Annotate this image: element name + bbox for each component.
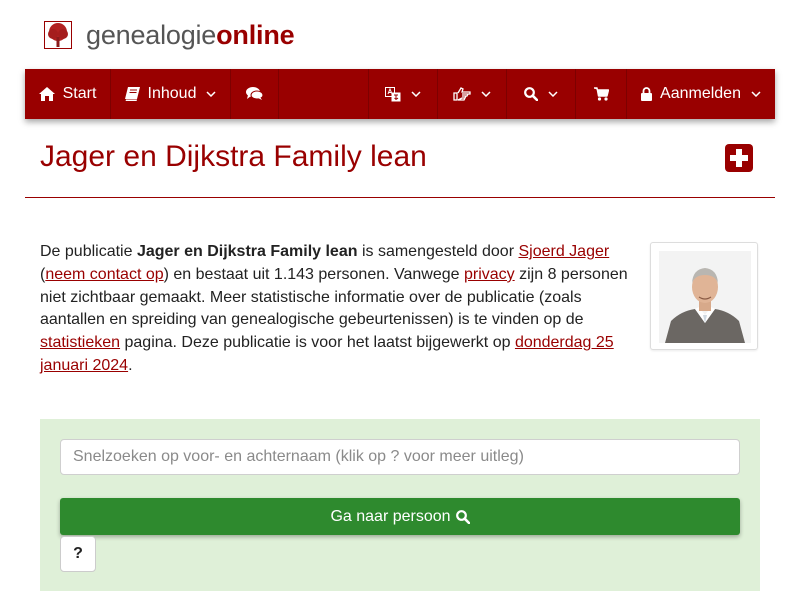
contact-link[interactable]: neem contact op [45, 266, 163, 283]
chevron-down-icon [548, 91, 558, 97]
title-divider [25, 197, 775, 198]
language-icon [385, 86, 401, 102]
intro-text: De publicatie [40, 243, 137, 260]
intro-text: is samengesteld door [357, 243, 519, 260]
nav-inhoud[interactable]: Inhoud [111, 69, 231, 119]
intro-text: pagina. Deze publicatie is voor het laat… [120, 334, 515, 352]
intro-text: ) en bestaat uit 1.143 personen. Vanwege [163, 265, 464, 283]
go-to-person-button[interactable]: Ga naar persoon [60, 498, 740, 535]
publication-intro: De publicatie Jager en Dijkstra Family l… [40, 241, 640, 378]
main-navbar: Start Inhoud Aanmelden [25, 69, 775, 119]
chevron-down-icon [411, 91, 421, 97]
author-link[interactable]: Sjoerd Jager [518, 243, 609, 260]
avatar [659, 251, 751, 343]
publication-name: Jager en Dijkstra Family lean [136, 243, 358, 260]
statistics-link[interactable]: statistieken [40, 334, 120, 351]
nav-login[interactable]: Aanmelden [627, 69, 775, 119]
search-icon [524, 87, 538, 101]
nav-search[interactable] [507, 69, 576, 119]
nav-start-label: Start [62, 85, 97, 102]
nav-start[interactable]: Start [25, 69, 111, 119]
site-name: genealogieonline [86, 19, 295, 50]
chevron-down-icon [751, 91, 761, 97]
quick-search-panel: Ga naar persoon ? [40, 419, 760, 591]
lock-icon [641, 87, 653, 101]
search-help-button[interactable]: ? [60, 536, 96, 572]
site-logo[interactable]: genealogieonline [44, 19, 295, 51]
go-to-person-label: Ga naar persoon [330, 507, 451, 525]
search-icon [455, 509, 470, 524]
home-icon [38, 87, 55, 101]
nav-share[interactable] [438, 69, 507, 119]
search-input[interactable] [60, 439, 740, 475]
comments-icon [246, 87, 263, 101]
nav-inhoud-label: Inhoud [147, 85, 197, 102]
chevron-down-icon [481, 91, 491, 97]
nav-login-label: Aanmelden [660, 85, 741, 102]
page-title: Jager en Dijkstra Family lean [40, 140, 427, 173]
book-icon [124, 87, 140, 101]
shopping-cart-icon [593, 87, 609, 101]
tree-icon [44, 21, 72, 49]
plus-square-icon[interactable] [725, 144, 753, 172]
nav-language[interactable] [368, 69, 438, 119]
nav-cart[interactable] [576, 69, 627, 119]
author-portrait[interactable] [650, 242, 758, 350]
share-icon [453, 87, 471, 101]
privacy-link[interactable]: privacy [464, 266, 515, 283]
nav-forum[interactable] [231, 69, 279, 119]
intro-text: . [128, 356, 133, 374]
chevron-down-icon [206, 91, 216, 97]
